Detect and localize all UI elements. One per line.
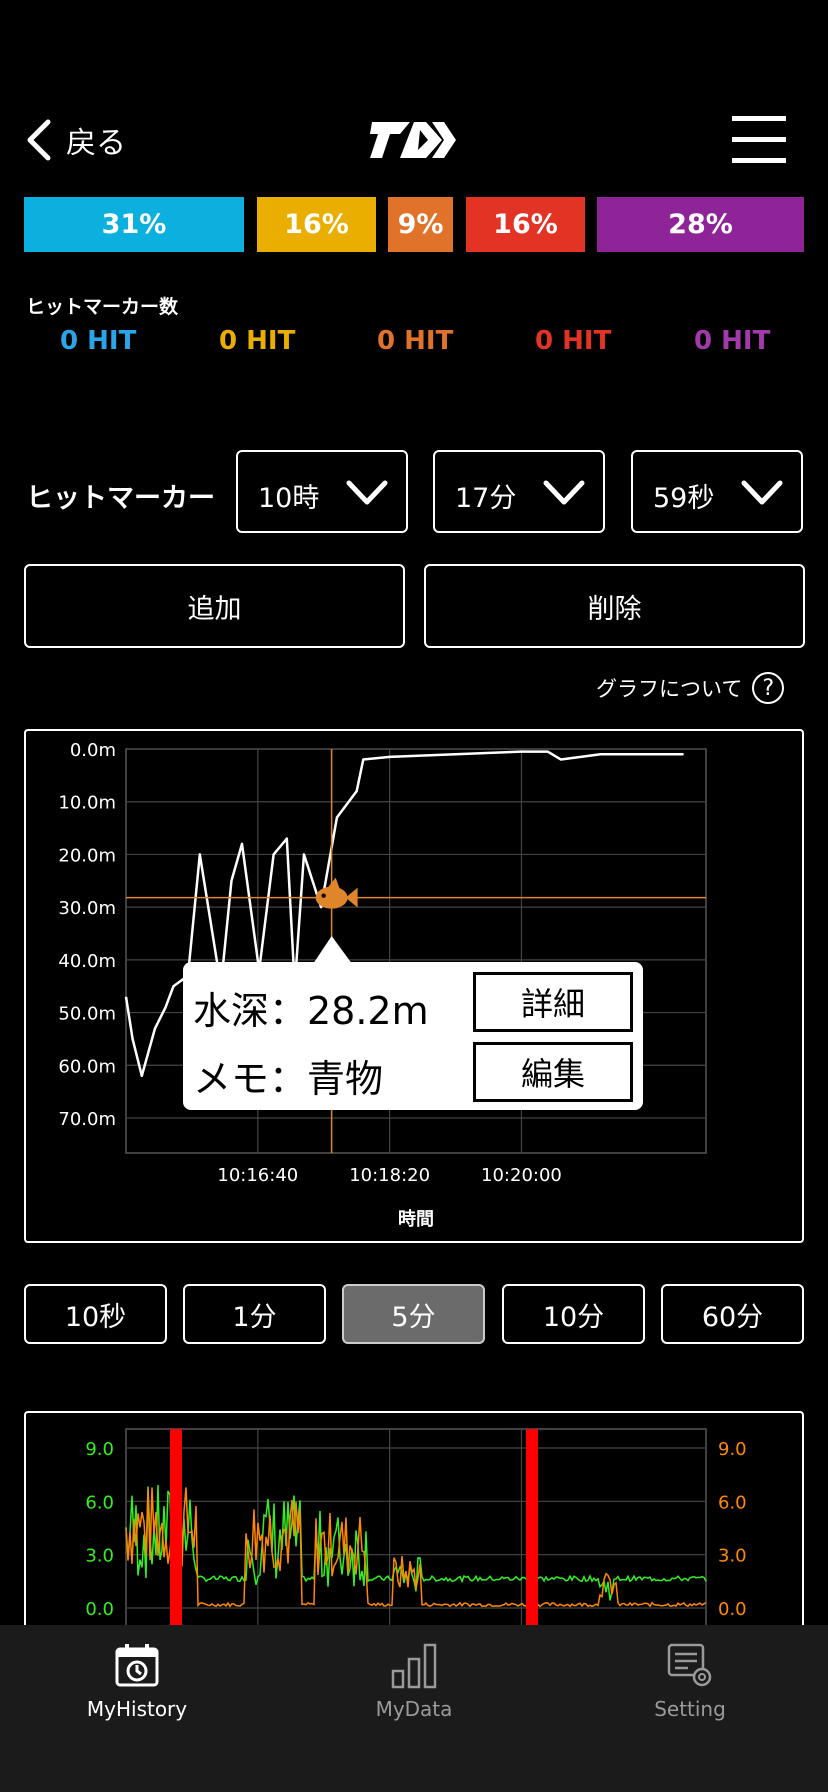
y-tick-label-left: 0.0 [85, 1599, 114, 1620]
sensor-chart-canvas: 9.0 9.0 6.0 6.0 3.0 3.0 0.0 0.0 [85, 1428, 747, 1639]
y-tick-label-right: 0.0 [718, 1599, 747, 1620]
calendar-history-icon [115, 1644, 159, 1687]
y-tick-label-right: 9.0 [718, 1439, 747, 1460]
y-tick-label: 0.0m [70, 740, 116, 761]
chevron-left-icon [27, 119, 51, 161]
tab-setting[interactable]: Setting [590, 1641, 790, 1721]
range-60m-button[interactable]: 60分 [661, 1284, 804, 1344]
tab-myhistory[interactable]: MyHistory [37, 1641, 237, 1721]
sensor-chart[interactable]: 9.0 9.0 6.0 6.0 3.0 3.0 0.0 0.0 [24, 1411, 804, 1641]
y-tick-label-right: 3.0 [718, 1546, 747, 1567]
hit-marker-count-title: ヒットマーカー数 [26, 296, 179, 318]
hit-count: 0 HIT [219, 326, 296, 356]
hour-select[interactable]: 10時 [236, 450, 408, 533]
hit-marker-popup: 水深：28.2m メモ：青物 詳細 編集 [183, 962, 643, 1110]
fish-tail [345, 887, 358, 908]
chevron-down-icon [346, 480, 388, 505]
fish-body [315, 886, 348, 909]
popup-memo: メモ：青物 [193, 1057, 384, 1101]
tab-label: MyData [375, 1697, 453, 1721]
second-select[interactable]: 59秒 [631, 450, 803, 533]
ratio-segment: 28% [597, 197, 804, 252]
tab-bar: MyHistory MyData Setting [0, 1625, 828, 1792]
back-label: 戻る [66, 126, 126, 161]
bar-chart-icon [391, 1643, 437, 1689]
range-5m-button[interactable]: 5分 [342, 1284, 485, 1344]
y-tick-label: 30.0m [58, 898, 116, 919]
y-tick-label: 60.0m [58, 1056, 116, 1077]
ratio-segment: 16% [466, 197, 585, 252]
add-button[interactable]: 追加 [24, 564, 405, 648]
delete-button[interactable]: 削除 [424, 564, 805, 648]
y-tick-label-left: 3.0 [85, 1546, 114, 1567]
chevron-down-icon [543, 480, 585, 505]
y-tick-label: 20.0m [58, 845, 116, 866]
detail-button[interactable]: 詳細 [473, 972, 633, 1032]
x-axis-label: 時間 [398, 1209, 434, 1230]
fish-icon [315, 877, 358, 909]
x-tick-label: 10:20:00 [481, 1165, 562, 1186]
hit-marker-label: ヒットマーカー [26, 483, 215, 514]
ratio-segment: 9% [388, 197, 453, 252]
daiwa-logo [370, 122, 456, 158]
x-tick-label: 10:16:40 [217, 1165, 298, 1186]
tab-label: MyHistory [86, 1697, 188, 1721]
hour-value: 10時 [258, 483, 320, 514]
range-10m-button[interactable]: 10分 [502, 1284, 645, 1344]
range-1m-button[interactable]: 1分 [183, 1284, 326, 1344]
header: 戻る [0, 100, 828, 180]
y-tick-label: 50.0m [58, 1004, 116, 1025]
hit-count: 0 HIT [535, 326, 612, 356]
second-value: 59秒 [653, 483, 715, 514]
red-marker-bar [170, 1429, 182, 1639]
help-icon: ? [752, 672, 785, 704]
back-button[interactable]: 戻る [24, 118, 126, 162]
y-tick-label-right: 6.0 [718, 1492, 747, 1513]
minute-value: 17分 [455, 483, 517, 514]
ratio-segment: 31% [24, 197, 244, 252]
tab-mydata[interactable]: MyData [314, 1641, 514, 1721]
y-tick-label-left: 6.0 [85, 1492, 114, 1513]
graph-help-label: グラフについて [596, 677, 743, 701]
chevron-down-icon [741, 480, 783, 505]
hamburger-icon[interactable] [732, 114, 786, 166]
x-tick-label: 10:18:20 [349, 1165, 430, 1186]
y-tick-label: 70.0m [58, 1109, 116, 1130]
fish-eye [321, 893, 326, 898]
range-10s-button[interactable]: 10秒 [24, 1284, 167, 1344]
ratio-bar: 31% 16% 9% 16% 28% [24, 197, 804, 252]
fish-fin [327, 877, 340, 889]
edit-button[interactable]: 編集 [473, 1042, 633, 1102]
ratio-segment: 16% [257, 197, 376, 252]
minute-select[interactable]: 17分 [433, 450, 605, 533]
hit-count: 0 HIT [377, 326, 454, 356]
tab-label: Setting [654, 1697, 726, 1721]
y-tick-label: 40.0m [58, 951, 116, 972]
orange-series-line [125, 1487, 707, 1608]
settings-sliders-icon [667, 1643, 712, 1687]
popup-depth: 水深：28.2m [193, 989, 429, 1033]
red-marker-bar [526, 1429, 538, 1639]
graph-help-link[interactable]: グラフについて ? [596, 672, 785, 704]
hit-count: 0 HIT [60, 326, 137, 356]
y-tick-label: 10.0m [58, 793, 116, 814]
hit-count: 0 HIT [694, 326, 771, 356]
y-tick-label-left: 9.0 [85, 1439, 114, 1460]
